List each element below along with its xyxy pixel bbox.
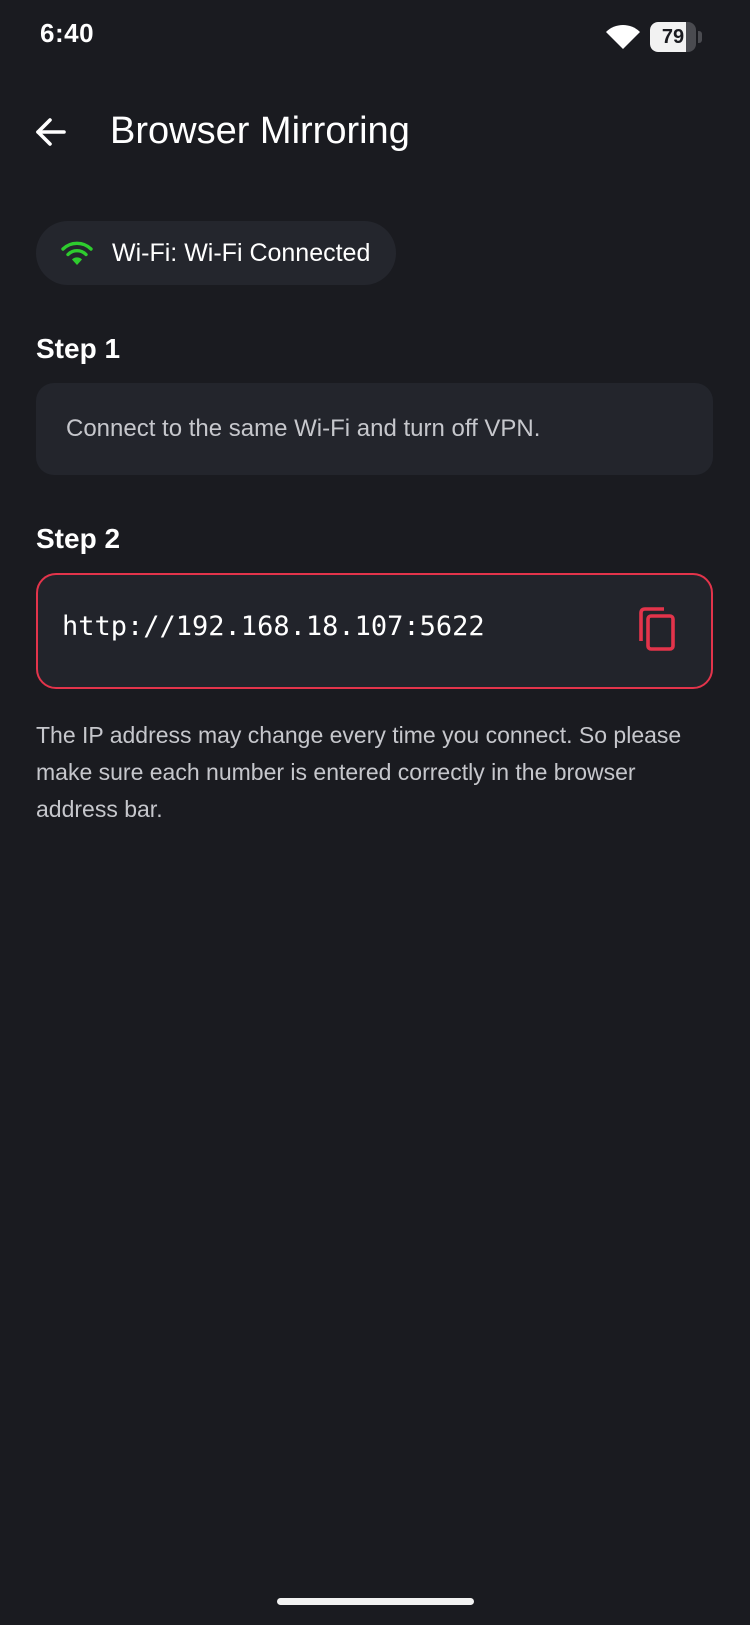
status-bar: 6:40 79 bbox=[0, 0, 750, 74]
copy-button[interactable] bbox=[628, 601, 688, 661]
url-card: http://192.168.18.107:5622 bbox=[36, 573, 713, 689]
step-2-heading: Step 2 bbox=[36, 523, 121, 554]
battery-level: 79 bbox=[661, 26, 685, 48]
status-time: 6:40 bbox=[40, 18, 95, 48]
wifi-status-label: Wi-Fi: Wi-Fi Connected bbox=[112, 238, 371, 267]
ip-change-note: The IP address may change every time you… bbox=[36, 722, 682, 822]
step-1-heading: Step 1 bbox=[36, 333, 121, 364]
arrow-left-icon bbox=[36, 118, 66, 146]
home-indicator[interactable] bbox=[277, 1598, 474, 1605]
battery-icon: 79 bbox=[650, 22, 702, 52]
wifi-icon bbox=[61, 241, 93, 265]
wifi-status-chip: Wi-Fi: Wi-Fi Connected bbox=[36, 221, 397, 285]
battery-body: 79 bbox=[650, 22, 696, 52]
step-1-instruction: Connect to the same Wi-Fi and turn off V… bbox=[66, 415, 541, 442]
battery-tip bbox=[698, 31, 702, 43]
wifi-icon bbox=[606, 24, 640, 49]
copy-icon bbox=[639, 607, 675, 651]
back-button[interactable] bbox=[26, 106, 78, 158]
step-1-card: Connect to the same Wi-Fi and turn off V… bbox=[36, 383, 713, 475]
page-title: Browser Mirroring bbox=[110, 110, 410, 152]
browser-mirroring-screen: 6:40 79 Browser Mirroring Wi-Fi: Wi-Fi C… bbox=[0, 0, 750, 1625]
mirroring-url[interactable]: http://192.168.18.107:5622 bbox=[62, 611, 485, 642]
